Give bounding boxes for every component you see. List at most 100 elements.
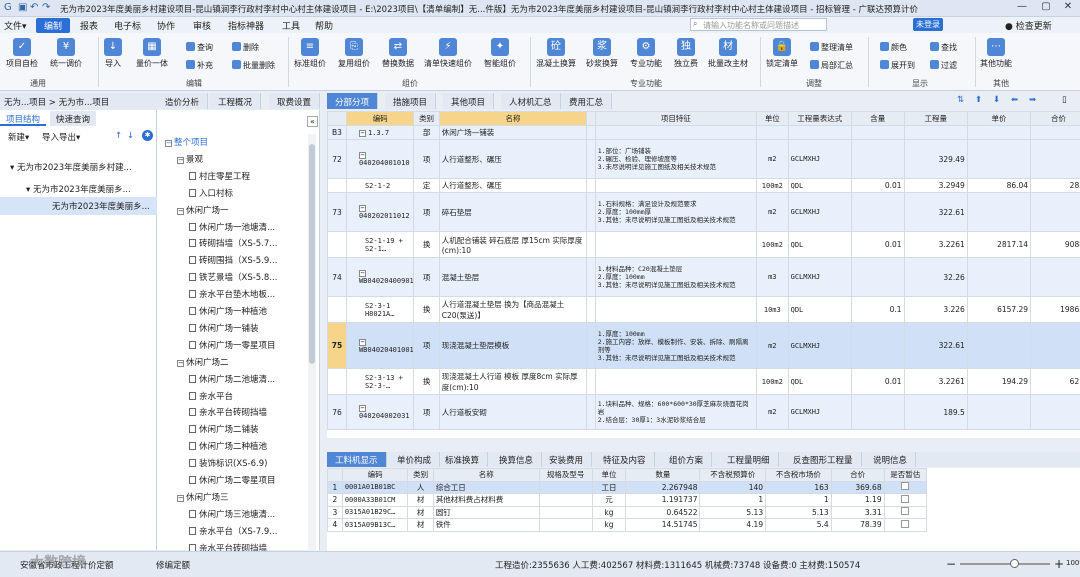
tab-measures[interactable]: 措施项目 [385,93,437,109]
standard-price-button[interactable]: ≡ 标准组价 [294,38,326,69]
tree-node[interactable]: 亲水平台 [189,390,233,402]
material-cell[interactable]: 0.64522 [625,505,701,519]
tab-fee-settings[interactable]: 取费设置 [269,93,321,109]
collapse-icon[interactable]: − [177,494,184,502]
row-collapse-icon[interactable]: − [358,129,366,137]
material-cell[interactable]: 材 [407,518,434,532]
material-cell[interactable]: 铁件 [432,518,540,532]
grid-header[interactable] [586,111,596,126]
cell-code[interactable]: −040204001010 [345,139,415,179]
grid-header[interactable]: 单价 [966,111,1032,126]
cell-total[interactable] [1030,139,1080,179]
material-cell[interactable]: kg [591,518,627,532]
cell-x[interactable] [586,125,596,140]
material-cell[interactable]: 其他材料费占材料费 [432,493,540,507]
project-check-button[interactable]: ✓ 项目自检 [6,38,38,69]
minimize-icon[interactable]: — [1011,1,1033,16]
project-tree-unit-selected[interactable]: 无为市2023年度美丽乡... [0,197,157,215]
other-functions-button[interactable]: ⋯ 其他功能 [980,38,1012,69]
cell-unit[interactable]: 100m2 [756,231,789,258]
cell-x[interactable] [586,322,596,369]
estimate-checkbox[interactable] [901,482,910,491]
expand-to-button[interactable]: 展开到 [880,60,915,71]
qty-price-button[interactable]: ▦ 量价一体 [136,38,168,69]
grid-header[interactable]: 工程量 [903,111,968,126]
cell-feat[interactable] [594,296,758,323]
material-header[interactable]: 规格及型号 [538,468,593,482]
material-cell[interactable]: 材 [407,493,434,507]
menu-help[interactable]: 帮助 [315,19,333,32]
table-row[interactable]: 3 0315A01B29C… 材圆钉 kg 0.64522 5.13 5.13 3.31 [327,505,928,519]
cell-expr[interactable]: QDL [787,296,852,323]
table-row[interactable]: B3−1.3.7 部休闲广场—铺装 [327,125,1080,140]
cell-qty[interactable]: 0.1 [850,296,905,323]
grid-header[interactable]: 工程量表达式 [787,111,852,126]
estimate-checkbox[interactable] [901,507,910,516]
tree-node[interactable]: 铁艺景墙（XS-5.8... [189,271,277,283]
collapse-icon[interactable]: − [177,207,184,215]
tree-node[interactable]: 休闲广场一零星项目 [189,339,276,351]
cell-total[interactable]: 19863 [1030,296,1080,323]
material-header[interactable]: 不含税预算价 [699,468,767,482]
tree-node[interactable]: − 休闲广场一 [177,204,229,216]
cell-total[interactable] [1030,192,1080,232]
reuse-price-button[interactable]: ⎘ 复用组价 [338,38,370,69]
cell-name[interactable]: 碎石垫层 [438,192,588,232]
cell-x[interactable] [586,139,596,179]
tab-sub-items[interactable]: 分部分项 [327,93,379,109]
material-cell[interactable]: 3.31 [830,505,885,519]
cell-expr[interactable]: QDL [787,178,852,193]
grid-header[interactable]: 含量 [850,111,905,126]
cell-name[interactable]: 休闲广场—铺装 [438,125,588,140]
cell-feat[interactable]: 1.部位：广场铺装 2.碾压、检验、理修坡度等 3.未尽说明详见施工图纸及相关技… [594,139,758,179]
row-collapse-icon[interactable]: − [358,270,366,277]
maximize-icon[interactable]: ▢ [1035,1,1057,16]
material-cell[interactable]: 元 [591,493,627,507]
cell-name[interactable]: 人行道板安砌 [438,394,588,430]
cell-unit[interactable]: m2 [756,322,789,369]
cell-amt[interactable]: 322.61 [903,322,968,369]
row-collapse-icon[interactable]: − [358,405,366,412]
material-cell[interactable]: 369.68 [830,480,885,494]
tree-node[interactable]: 村庄零星工程 [189,170,250,182]
cell-name[interactable]: 人机配合铺装 碎石底层 厚15cm 实际厚度(cm):10 [438,231,588,258]
material-cell[interactable]: kg [591,505,627,519]
cell-feat[interactable] [594,125,758,140]
cell-price[interactable] [966,192,1032,232]
cell-total[interactable] [1030,394,1080,430]
cell-qty[interactable]: 0.01 [850,178,905,193]
arrow-down-icon[interactable]: ⬇ [993,95,1000,105]
cell-cat[interactable]: 项 [413,139,440,179]
material-cell[interactable]: 14.51745 [625,518,701,532]
cell-price[interactable]: 6157.29 [966,296,1032,323]
table-row[interactable]: 4 0315A09B13C… 材铁件 kg 14.51745 4.19 5.4 78.39 [327,518,928,532]
batch-material-button[interactable]: 材批量改主材 [708,38,748,69]
grid-header[interactable]: 类别 [413,111,440,126]
find-button[interactable]: 查找 [930,42,957,53]
tree-node[interactable]: − 休闲广场三 [177,491,229,503]
cell-cat[interactable]: 项 [413,257,440,297]
cell-expr[interactable]: GCLMXHJ [787,139,852,179]
cell-price[interactable] [966,322,1032,369]
project-tree-root[interactable]: ▾ 无为市2023年度美丽乡村建... [10,161,132,173]
settings-icon[interactable]: ✱ [142,130,153,141]
tree-scrollbar[interactable] [308,134,316,564]
lock-list-button[interactable]: 🔒 锁定清单 [766,38,798,69]
login-button[interactable]: 未登录 [913,18,943,31]
save-icon[interactable]: ▣ [18,2,27,13]
cell-total[interactable] [1030,257,1080,297]
cell-code[interactable]: S2-1-19 + S2-1… [345,231,415,258]
collapse-icon[interactable]: − [177,156,184,164]
cell-feat[interactable] [594,368,758,395]
concrete-convert-button[interactable]: 砼混凝土换算 [536,38,576,69]
material-cell[interactable]: 0315A09B13C… [341,518,409,532]
cell-amt[interactable]: 329.49 [903,139,968,179]
tree-node[interactable]: − 休闲广场二 [177,356,229,368]
material-header[interactable] [327,468,343,482]
cell-amt[interactable]: 3.226 [903,296,968,323]
cell-no[interactable]: B3 [327,125,347,140]
cell-name[interactable]: 人行道混凝土垫层 换为【商品混凝土C20(泵送)】 [438,296,588,323]
import-button[interactable]: ↓ 导入 [104,38,122,69]
cell-price[interactable] [966,125,1032,140]
cell-total[interactable] [1030,322,1080,369]
